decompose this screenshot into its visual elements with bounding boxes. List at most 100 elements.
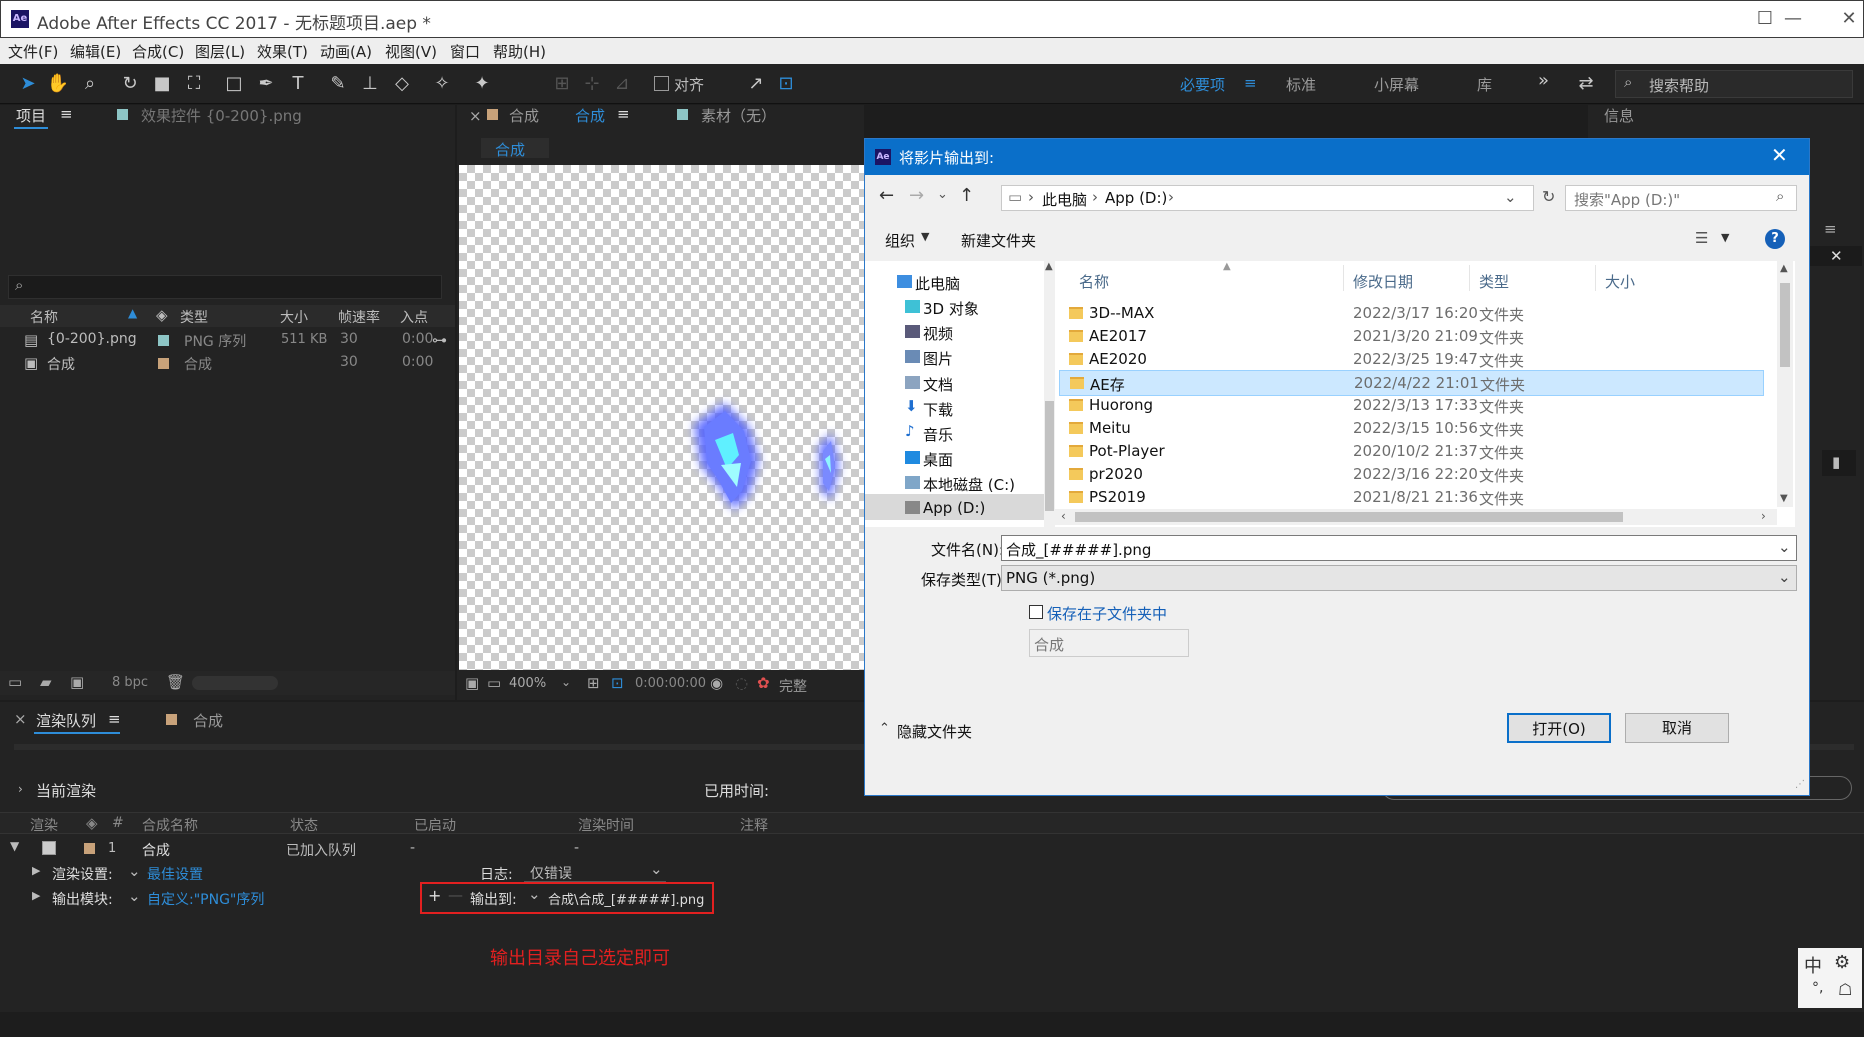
nav-music[interactable]: ♪ 音乐 bbox=[905, 422, 953, 445]
col-name[interactable]: 名称 bbox=[1079, 271, 1109, 292]
dialog-search-input[interactable]: 搜索"App (D:)" bbox=[1574, 189, 1680, 210]
workspace-essentials[interactable]: 必要项 bbox=[1180, 74, 1225, 95]
render-item-row[interactable]: ▼ 1 合成 已加入队列 - - bbox=[0, 838, 1864, 860]
thumbnail-slider[interactable] bbox=[192, 676, 278, 690]
nav-pictures[interactable]: 图片 bbox=[905, 348, 953, 369]
nav-downloads[interactable]: ⬇ 下载 bbox=[905, 397, 953, 420]
breadcrumb-app-d[interactable]: App (D:) bbox=[1105, 189, 1167, 207]
chevron-down-icon[interactable]: ⌄ bbox=[528, 885, 541, 903]
comp-subtab[interactable]: 合成 bbox=[481, 138, 549, 159]
text-tool-icon[interactable]: T bbox=[286, 72, 310, 96]
interpret-footage-icon[interactable]: ▭ bbox=[8, 673, 22, 691]
menu-animation[interactable]: 动画(A) bbox=[320, 41, 372, 62]
info-tab[interactable]: 信息 bbox=[1604, 105, 1634, 126]
comp-menu-icon[interactable]: ≡ bbox=[617, 105, 630, 123]
magnify-icon[interactable]: ▣ bbox=[465, 674, 479, 692]
snapping-icon[interactable]: ↗ bbox=[744, 72, 768, 96]
col-render-time[interactable]: 渲染时间 bbox=[578, 815, 634, 835]
rectangle-tool-icon[interactable]: □ bbox=[222, 72, 246, 96]
col-type[interactable]: 类型 bbox=[1479, 271, 1509, 292]
up-arrow-icon[interactable]: ↑ bbox=[959, 185, 974, 206]
close-window-button[interactable]: ✕ bbox=[1835, 8, 1863, 29]
puppet-pin-tool-icon[interactable]: ✦ bbox=[470, 72, 494, 96]
col-started[interactable]: 已启动 bbox=[414, 815, 456, 835]
menu-file[interactable]: 文件(F) bbox=[8, 41, 58, 62]
filetype-select[interactable]: PNG (*.png) ⌄ bbox=[1001, 565, 1797, 591]
new-composition-icon[interactable]: ▣ bbox=[70, 673, 84, 691]
camera-tool-icon[interactable]: ■ bbox=[150, 72, 174, 96]
nav-desktop[interactable]: 桌面 bbox=[905, 449, 953, 470]
comp-tab-name[interactable]: 合成 bbox=[575, 105, 605, 126]
vertical-scrollbar[interactable]: ▲ ▼ bbox=[1777, 261, 1793, 507]
monitor-icon[interactable]: ▭ bbox=[487, 674, 501, 692]
chevron-down-icon[interactable]: ⌄ bbox=[1778, 538, 1791, 556]
horizontal-scrollbar[interactable]: ‹ › bbox=[1055, 509, 1777, 525]
expand-arrow-icon[interactable]: ▶ bbox=[32, 889, 40, 902]
project-menu-icon[interactable]: ≡ bbox=[60, 105, 73, 123]
render-queue-menu-icon[interactable]: ≡ bbox=[108, 710, 121, 728]
render-checkbox[interactable] bbox=[42, 841, 56, 855]
project-search[interactable]: ⌕ bbox=[8, 275, 442, 299]
nav-videos[interactable]: 视频 bbox=[905, 323, 953, 344]
panel-menu-icon[interactable]: ≡ bbox=[1824, 220, 1837, 238]
panel-close-icon[interactable]: ✕ bbox=[1830, 247, 1843, 265]
panel-side-widget[interactable]: ▮ bbox=[1822, 450, 1856, 476]
file-scroll-thumb[interactable] bbox=[1780, 283, 1790, 367]
snap-target-icon[interactable]: ⊡ bbox=[774, 72, 798, 96]
clone-stamp-tool-icon[interactable]: ⊥ bbox=[358, 72, 382, 96]
workspace-libraries[interactable]: 库 bbox=[1477, 74, 1492, 95]
help-search[interactable]: ⌕ 搜索帮助 bbox=[1615, 70, 1853, 98]
render-comp-tab[interactable]: 合成 bbox=[193, 710, 223, 731]
col-size[interactable]: 大小 bbox=[1605, 271, 1635, 292]
workspace-small-screen[interactable]: 小屏幕 bbox=[1374, 74, 1419, 95]
help-icon[interactable]: ? bbox=[1765, 229, 1785, 249]
current-timecode[interactable]: 0:00:00:00 bbox=[635, 676, 706, 691]
new-folder-button[interactable]: 新建文件夹 bbox=[961, 230, 1036, 251]
col-comment[interactable]: 注释 bbox=[740, 815, 768, 835]
rotate-tool-icon[interactable]: ↻ bbox=[118, 72, 142, 96]
bpc-toggle[interactable]: 8 bpc bbox=[112, 675, 148, 690]
channel-icon[interactable]: ✿ bbox=[757, 674, 770, 692]
show-snapshot-icon[interactable]: ◌ bbox=[735, 674, 748, 692]
organize-button[interactable]: 组织 bbox=[885, 230, 915, 251]
close-tab-icon[interactable]: × bbox=[469, 107, 482, 125]
eraser-tool-icon[interactable]: ◇ bbox=[390, 72, 414, 96]
add-output-button[interactable]: + bbox=[428, 886, 441, 905]
flowchart-icon[interactable]: ⊶ bbox=[432, 331, 447, 349]
log-select[interactable]: 仅错误 ⌄ bbox=[524, 860, 666, 882]
punctuation-icon[interactable]: °, bbox=[1812, 980, 1823, 996]
subfolder-label[interactable]: 保存在子文件夹中 bbox=[1047, 603, 1167, 624]
sync-settings-icon[interactable]: ⇄ bbox=[1574, 72, 1598, 96]
trash-icon[interactable]: 🗑 bbox=[166, 673, 185, 691]
selection-tool-icon[interactable]: ➤ bbox=[16, 72, 40, 96]
menu-effect[interactable]: 效果(T) bbox=[257, 41, 308, 62]
pen-tool-icon[interactable]: ✒ bbox=[254, 72, 278, 96]
snapshot-icon[interactable]: ◉ bbox=[710, 674, 723, 692]
nav-scroll-thumb[interactable] bbox=[1045, 401, 1054, 511]
subfolder-checkbox[interactable] bbox=[1029, 605, 1043, 619]
brush-tool-icon[interactable]: ✎ bbox=[326, 72, 350, 96]
nav-local-disk-c[interactable]: 本地磁盘 (C:) bbox=[905, 474, 1015, 495]
filename-input[interactable]: 合成_[#####].png ⌄ bbox=[1001, 535, 1797, 561]
zoom-select[interactable]: 400% bbox=[509, 676, 546, 691]
nav-app-d[interactable]: App (D:) bbox=[905, 499, 985, 517]
col-comp-name[interactable]: 合成名称 bbox=[142, 815, 198, 835]
col-in[interactable]: 入点 bbox=[400, 307, 428, 327]
maximize-button[interactable]: ☐ bbox=[1753, 8, 1777, 29]
menu-edit[interactable]: 编辑(E) bbox=[70, 41, 121, 62]
col-type[interactable]: 类型 bbox=[180, 307, 208, 327]
more-workspaces-icon[interactable]: » bbox=[1538, 70, 1549, 91]
back-arrow-icon[interactable]: ← bbox=[879, 185, 894, 206]
chevron-down-icon[interactable]: ⌄ bbox=[561, 675, 571, 689]
expand-arrow-icon[interactable]: › bbox=[18, 782, 23, 796]
cancel-button[interactable]: 取消 bbox=[1625, 713, 1729, 743]
gear-icon[interactable]: ⚙ bbox=[1834, 952, 1850, 973]
comp-tab-prefix[interactable]: 合成 bbox=[509, 105, 539, 126]
col-fps[interactable]: 帧速率 bbox=[338, 307, 380, 327]
workspace-menu-icon[interactable]: ≡ bbox=[1244, 74, 1257, 92]
col-render[interactable]: 渲染 bbox=[30, 815, 58, 835]
minimize-button[interactable]: — bbox=[1773, 8, 1813, 29]
nav-documents[interactable]: 文档 bbox=[905, 374, 953, 395]
menu-view[interactable]: 视图(V) bbox=[385, 41, 437, 62]
roto-brush-tool-icon[interactable]: ✧ bbox=[430, 72, 454, 96]
